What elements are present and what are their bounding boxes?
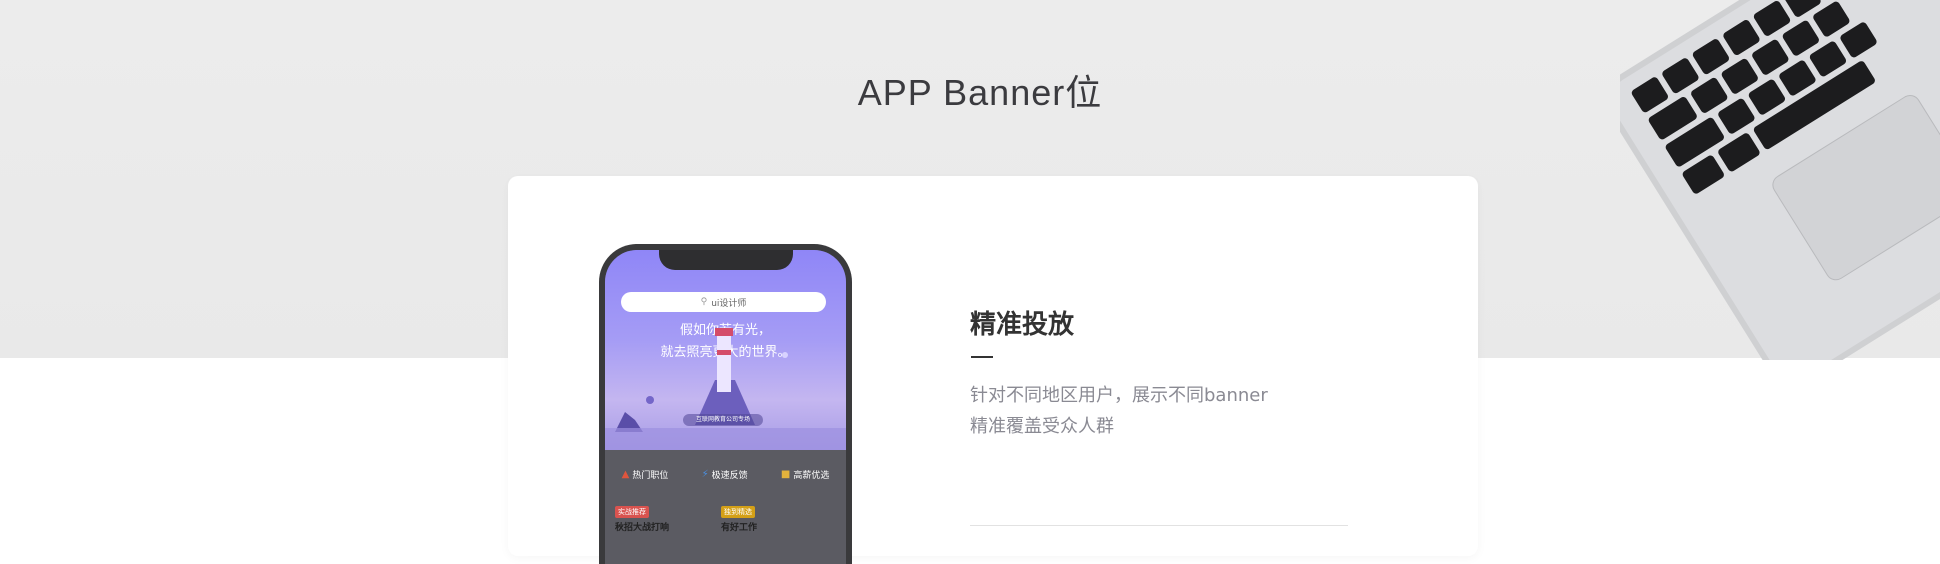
quick-links: ▲ 热门职位 ⚡ 极速反馈 ■ 高薪优选 — [605, 460, 846, 488]
tag-badge: 独到精选 — [721, 506, 755, 518]
quick-link-hot-jobs[interactable]: ▲ 热门职位 — [622, 468, 669, 481]
search-placeholder: ui设计师 — [711, 298, 747, 309]
laptop-illustration — [1620, 0, 1940, 360]
quick-link-high-salary[interactable]: ■ 高薪优选 — [781, 468, 829, 481]
app-banner[interactable]: ⚲ ui设计师 假如你若有光， 就去照亮更大的世界。 互联网教育公司专场 — [605, 250, 846, 450]
feature-description-line: 精准覆盖受众人群 — [970, 416, 1114, 437]
search-icon: ⚲ — [700, 297, 708, 307]
banner-caption: 互联网教育公司专场 — [683, 414, 763, 426]
section-divider — [970, 525, 1348, 526]
app-search-bar[interactable]: ⚲ ui设计师 — [621, 292, 826, 312]
phone-screen: ⚲ ui设计师 假如你若有光， 就去照亮更大的世界。 互联网教育公司专场 — [605, 250, 846, 564]
feature-description-line: 针对不同地区用户，展示不同banner — [970, 385, 1268, 406]
quick-link-label: 高薪优选 — [793, 470, 830, 481]
quick-link-label: 热门职位 — [632, 470, 669, 481]
tag-badge: 实战推荐 — [615, 506, 649, 518]
lighthouse-illustration — [605, 328, 846, 450]
lightning-icon: ⚡ — [701, 468, 709, 480]
quick-link-label: 极速反馈 — [711, 470, 748, 481]
briefcase-icon: ■ — [780, 468, 791, 480]
title-divider — [971, 356, 993, 358]
phone-mockup: ⚲ ui设计师 假如你若有光， 就去照亮更大的世界。 互联网教育公司专场 — [599, 244, 852, 564]
page-title: APP Banner位 — [857, 72, 1103, 113]
quick-link-fast-feedback[interactable]: ⚡ 极速反馈 — [702, 468, 748, 481]
feature-title: 精准投放 — [970, 310, 1075, 340]
flame-icon: ▲ — [621, 468, 630, 480]
phone-notch — [659, 250, 793, 270]
